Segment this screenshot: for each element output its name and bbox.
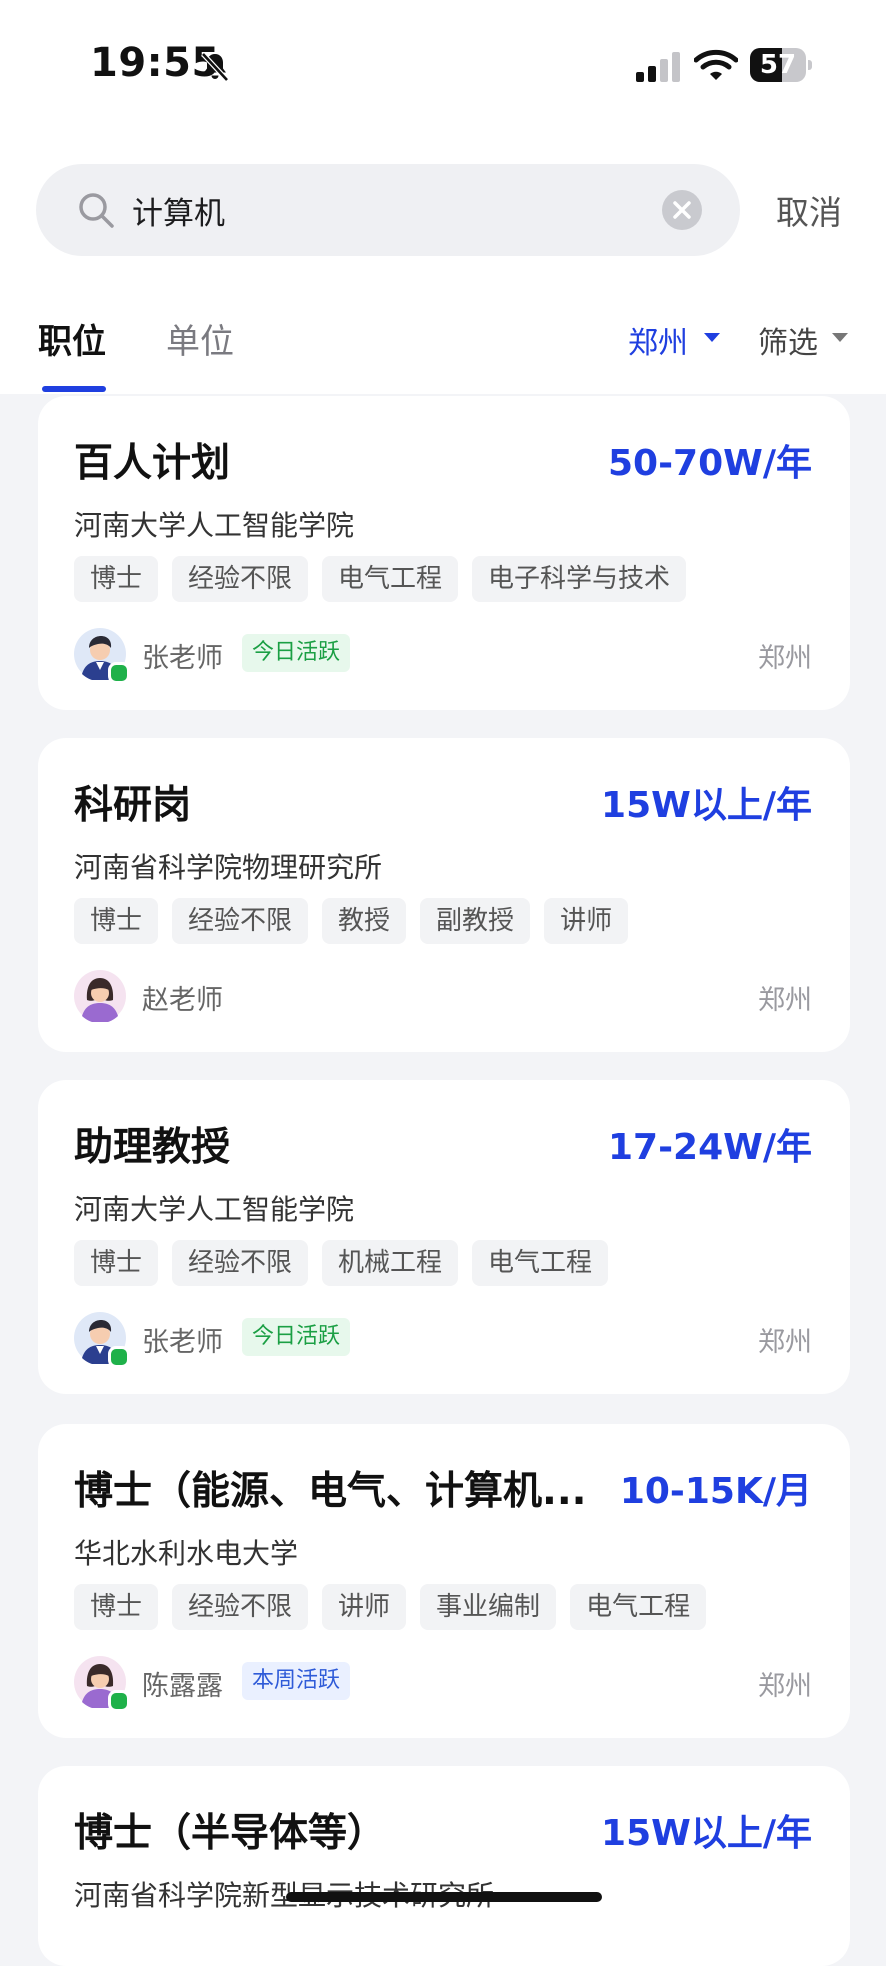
job-title: 百人计划 <box>74 441 231 486</box>
contact-name: 陈露露 <box>142 1671 223 1702</box>
job-tag: 副教授 <box>420 898 531 944</box>
job-title: 博士（半导体等） <box>74 1811 387 1856</box>
cellular-signal-icon <box>636 52 680 82</box>
job-title: 助理教授 <box>74 1125 231 1170</box>
job-card[interactable]: 科研岗 15W以上/年 河南省科学院物理研究所 博士 经验不限 教授 副教授 讲… <box>38 738 850 1052</box>
job-title: 博士（能源、电气、计算机... <box>74 1469 587 1514</box>
job-tag: 机械工程 <box>322 1240 459 1286</box>
job-title: 科研岗 <box>74 783 192 828</box>
job-organization: 河南省科学院物理研究所 <box>74 851 383 884</box>
job-salary: 17-24W/年 <box>608 1127 812 1168</box>
tab-units[interactable]: 单位 <box>166 314 234 363</box>
job-card[interactable]: 百人计划 50-70W/年 河南大学人工智能学院 博士 经验不限 电气工程 电子… <box>38 396 850 710</box>
wifi-icon <box>694 49 738 80</box>
contact-name: 赵老师 <box>142 985 223 1016</box>
job-tag: 电气工程 <box>570 1584 707 1630</box>
activity-badge: 本周活跃 <box>242 1662 351 1700</box>
cancel-button[interactable]: 取消 <box>776 186 842 234</box>
job-tag: 电气工程 <box>322 556 459 602</box>
job-salary: 15W以上/年 <box>601 1813 812 1854</box>
battery-body: 57 <box>750 48 806 82</box>
job-salary: 10-15K/月 <box>619 1471 812 1512</box>
job-tag: 讲师 <box>322 1584 407 1630</box>
bell-muted-icon <box>201 52 229 82</box>
job-city: 郑州 <box>758 1671 812 1702</box>
job-tag: 电气工程 <box>472 1240 609 1286</box>
job-tags: 博士 经验不限 机械工程 电气工程 <box>74 1240 609 1286</box>
online-status-dot <box>108 1346 130 1368</box>
job-card[interactable]: 助理教授 17-24W/年 河南大学人工智能学院 博士 经验不限 机械工程 电气… <box>38 1080 850 1394</box>
battery-cap <box>808 60 812 70</box>
battery-percent: 57 <box>759 50 797 80</box>
job-organization: 华北水利水电大学 <box>74 1537 299 1570</box>
tab-jobs[interactable]: 职位 <box>38 314 106 363</box>
city-filter-dropdown[interactable]: 郑州 <box>628 318 688 362</box>
caret-down-icon <box>704 333 720 342</box>
activity-badge: 今日活跃 <box>242 1318 351 1356</box>
search-input[interactable] <box>132 182 652 238</box>
job-tag: 博士 <box>74 556 159 602</box>
job-organization: 河南大学人工智能学院 <box>74 509 355 542</box>
close-icon <box>673 201 691 219</box>
contact-name: 张老师 <box>142 1327 223 1358</box>
job-city: 郑州 <box>758 1327 812 1358</box>
job-city: 郑州 <box>758 985 812 1016</box>
job-tag: 教授 <box>322 898 407 944</box>
job-tag: 博士 <box>74 1240 159 1286</box>
job-organization: 河南大学人工智能学院 <box>74 1193 355 1226</box>
contact-name: 张老师 <box>142 643 223 674</box>
online-status-dot <box>108 1690 130 1712</box>
clear-search-button[interactable] <box>662 190 702 230</box>
job-city: 郑州 <box>758 643 812 674</box>
job-card[interactable]: 博士（能源、电气、计算机... 10-15K/月 华北水利水电大学 博士 经验不… <box>38 1424 850 1738</box>
job-tag: 电子科学与技术 <box>472 556 687 602</box>
search-icon <box>79 193 114 228</box>
search-bar[interactable] <box>36 164 740 256</box>
job-salary: 50-70W/年 <box>608 443 812 484</box>
active-tab-indicator <box>42 386 106 392</box>
filter-dropdown[interactable]: 筛选 <box>758 318 818 362</box>
online-status-dot <box>108 662 130 684</box>
job-salary: 15W以上/年 <box>601 785 812 826</box>
job-tag: 经验不限 <box>172 1584 309 1630</box>
activity-badge: 今日活跃 <box>242 634 351 672</box>
job-tag: 经验不限 <box>172 898 309 944</box>
job-tag: 讲师 <box>544 898 629 944</box>
job-tags: 博士 经验不限 讲师 事业编制 电气工程 <box>74 1584 707 1630</box>
home-indicator[interactable] <box>286 1892 602 1902</box>
job-tag: 博士 <box>74 1584 159 1630</box>
caret-down-icon <box>832 333 848 342</box>
job-tag: 经验不限 <box>172 1240 309 1286</box>
job-tag: 经验不限 <box>172 556 309 602</box>
job-card[interactable]: 博士（半导体等） 15W以上/年 河南省科学院新型显示技术研究所 <box>38 1766 850 1966</box>
battery-indicator: 57 <box>750 48 812 82</box>
job-tag: 博士 <box>74 898 159 944</box>
female-avatar-icon <box>74 970 126 1022</box>
job-tag: 事业编制 <box>420 1584 557 1630</box>
job-tags: 博士 经验不限 电气工程 电子科学与技术 <box>74 556 687 602</box>
job-tags: 博士 经验不限 教授 副教授 讲师 <box>74 898 629 944</box>
